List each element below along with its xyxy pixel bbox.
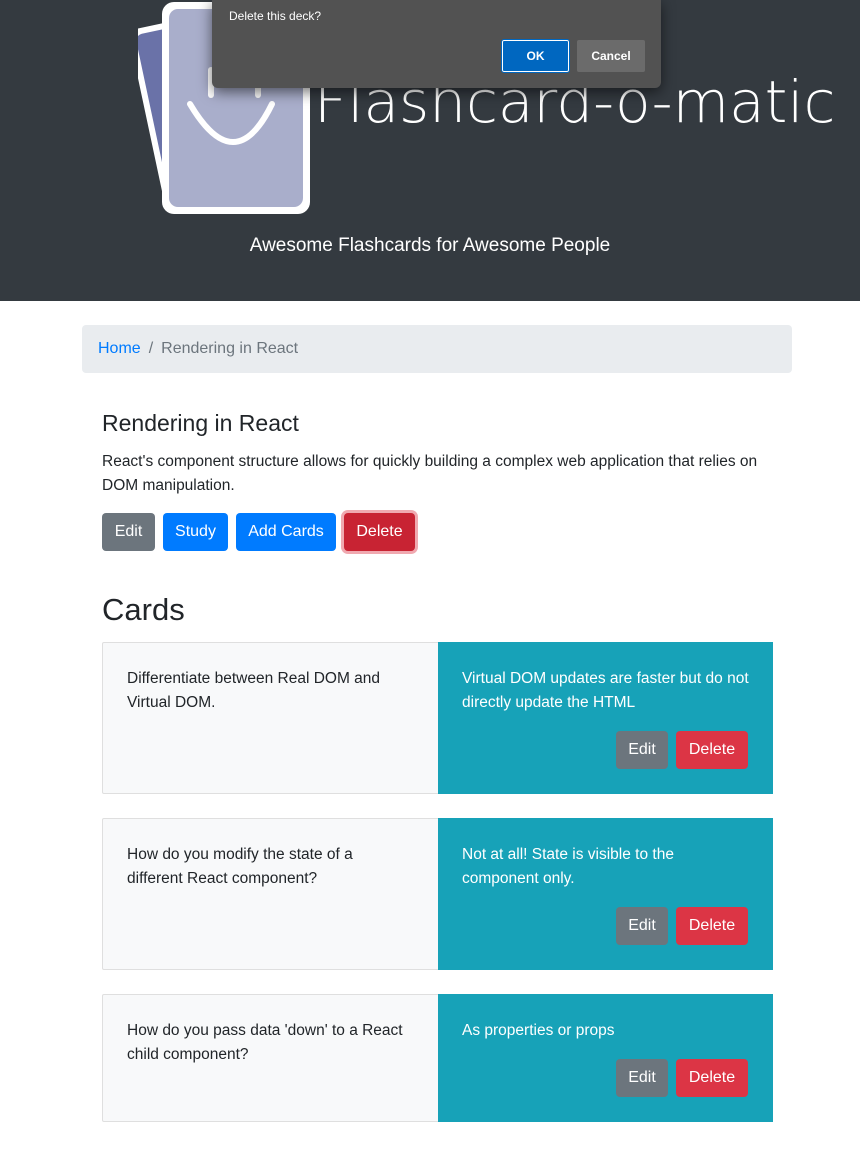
breadcrumb-current: Rendering in React [161, 340, 299, 357]
dialog-ok-button[interactable]: OK [501, 39, 570, 73]
card-back-panel: As properties or props Edit Delete [438, 994, 773, 1122]
add-cards-button[interactable]: Add Cards [236, 513, 336, 551]
edit-deck-button[interactable]: Edit [102, 513, 155, 551]
delete-card-button[interactable]: Delete [676, 731, 748, 769]
cards-heading: Cards [102, 592, 185, 627]
breadcrumb: Home / Rendering in React [82, 325, 792, 373]
card-back-text: Virtual DOM updates are faster but do no… [462, 670, 749, 711]
breadcrumb-home-link[interactable]: Home [98, 340, 141, 358]
card-item: How do you modify the state of a differe… [102, 818, 773, 970]
card-back-panel: Virtual DOM updates are faster but do no… [438, 642, 773, 794]
delete-card-button[interactable]: Delete [676, 907, 748, 945]
edit-card-button[interactable]: Edit [616, 731, 668, 769]
delete-card-button[interactable]: Delete [676, 1059, 748, 1097]
card-back-text: As properties or props [462, 1022, 615, 1039]
card-item: Differentiate between Real DOM and Virtu… [102, 642, 773, 794]
card-item: How do you pass data 'down' to a React c… [102, 994, 773, 1122]
confirm-dialog: Delete this deck? OK Cancel [212, 0, 661, 88]
card-back-text: Not at all! State is visible to the comp… [462, 846, 674, 887]
tagline: Awesome Flashcards for Awesome People [249, 235, 611, 256]
card-back-panel: Not at all! State is visible to the comp… [438, 818, 773, 970]
edit-card-button[interactable]: Edit [616, 907, 668, 945]
card-front-text: Differentiate between Real DOM and Virtu… [127, 670, 381, 711]
study-button[interactable]: Study [163, 513, 228, 551]
breadcrumb-separator: / [148, 340, 154, 357]
card-front-text: How do you modify the state of a differe… [127, 846, 353, 887]
deck-description: React's component structure allows for q… [102, 453, 758, 494]
dialog-cancel-button[interactable]: Cancel [577, 40, 645, 72]
dialog-message: Delete this deck? [229, 9, 322, 23]
card-front-text: How do you pass data 'down' to a React c… [127, 1022, 403, 1063]
deck-title: Rendering in React [102, 410, 299, 436]
delete-deck-button[interactable]: Delete [344, 513, 415, 551]
edit-card-button[interactable]: Edit [616, 1059, 668, 1097]
